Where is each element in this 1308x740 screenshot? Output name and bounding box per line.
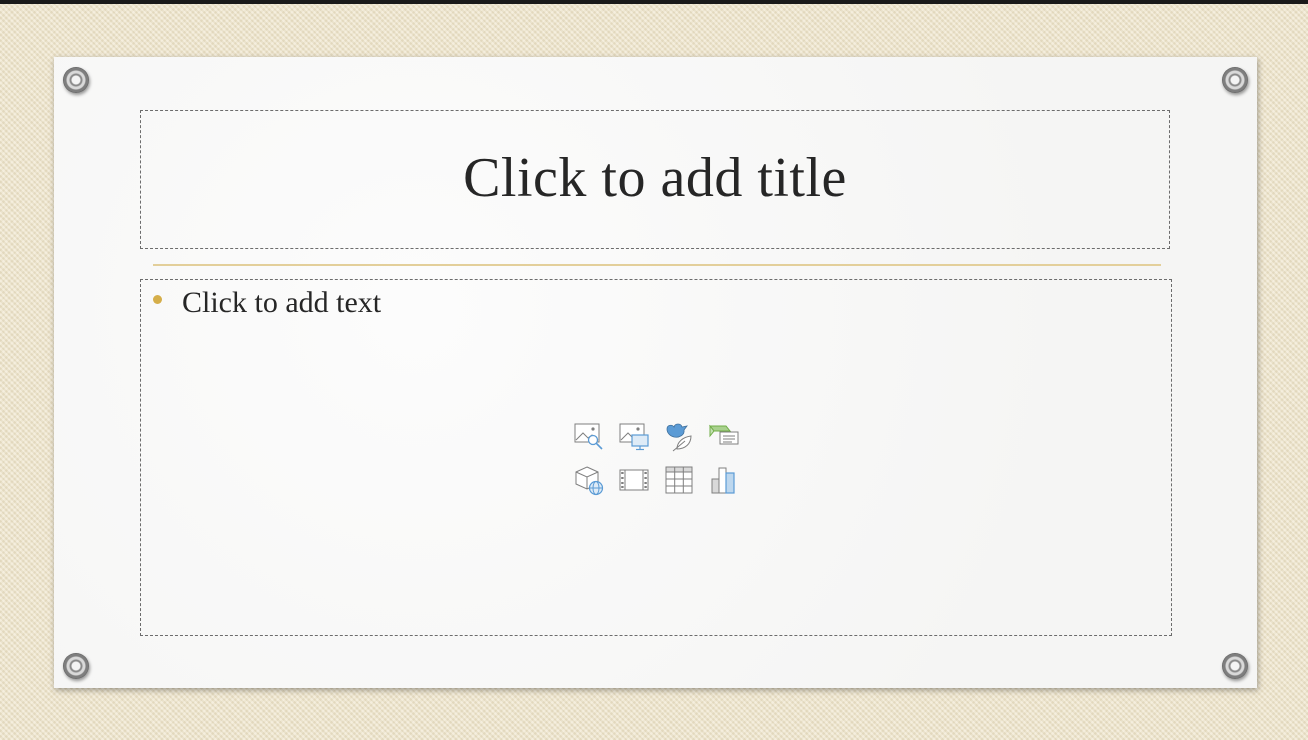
rivet-decoration-top-right bbox=[1222, 67, 1248, 93]
online-pictures-icon[interactable] bbox=[618, 420, 650, 452]
smartart-icon[interactable] bbox=[708, 420, 740, 452]
rivet-decoration-bottom-right bbox=[1222, 653, 1248, 679]
slide-canvas[interactable]: Click to add title Click to add text bbox=[54, 57, 1257, 688]
pictures-icon[interactable] bbox=[573, 420, 605, 452]
video-icon[interactable] bbox=[618, 464, 650, 496]
3d-models-icon[interactable] bbox=[573, 464, 605, 496]
bullet-dot bbox=[153, 294, 162, 304]
content-placeholder[interactable]: Click to add text bbox=[140, 279, 1172, 636]
content-placeholder-text: Click to add text bbox=[182, 286, 382, 319]
title-divider-line bbox=[153, 264, 1161, 266]
insert-content-icons bbox=[573, 420, 743, 500]
rivet-decoration-top-left bbox=[63, 67, 89, 93]
rivet-decoration-bottom-left bbox=[63, 653, 89, 679]
chart-icon[interactable] bbox=[708, 464, 740, 496]
window-top-edge bbox=[0, 0, 1308, 4]
icons-insert-icon[interactable] bbox=[663, 420, 695, 452]
bullet-item: Click to add text bbox=[153, 286, 381, 320]
table-icon[interactable] bbox=[663, 464, 695, 496]
title-placeholder[interactable]: Click to add title bbox=[140, 110, 1170, 249]
title-placeholder-text: Click to add title bbox=[463, 146, 847, 209]
